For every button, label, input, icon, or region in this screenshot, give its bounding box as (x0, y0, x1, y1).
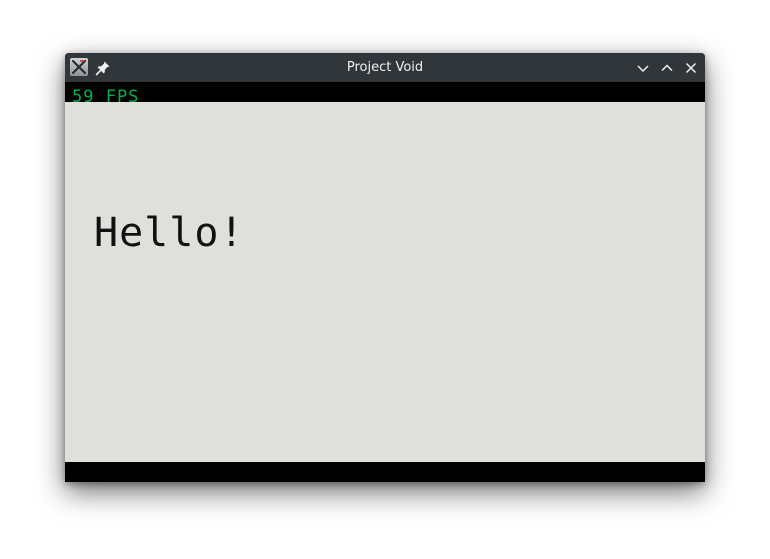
fps-counter: 59 FPS (72, 87, 140, 107)
letterbox-bottom (65, 462, 705, 482)
chevron-up-icon[interactable] (657, 58, 677, 78)
x-app-icon[interactable] (70, 58, 88, 76)
close-icon[interactable] (681, 58, 701, 78)
pin-icon[interactable] (94, 59, 112, 77)
window-title: Project Void (346, 60, 424, 75)
game-viewport[interactable]: Hello! (65, 102, 705, 462)
chevron-down-icon[interactable] (633, 58, 653, 78)
app-window: Project Void Hello! 59 FPS (65, 53, 705, 482)
letterbox-top (65, 82, 705, 102)
hello-message: Hello! (94, 210, 245, 256)
title-bar[interactable]: Project Void (65, 53, 705, 82)
